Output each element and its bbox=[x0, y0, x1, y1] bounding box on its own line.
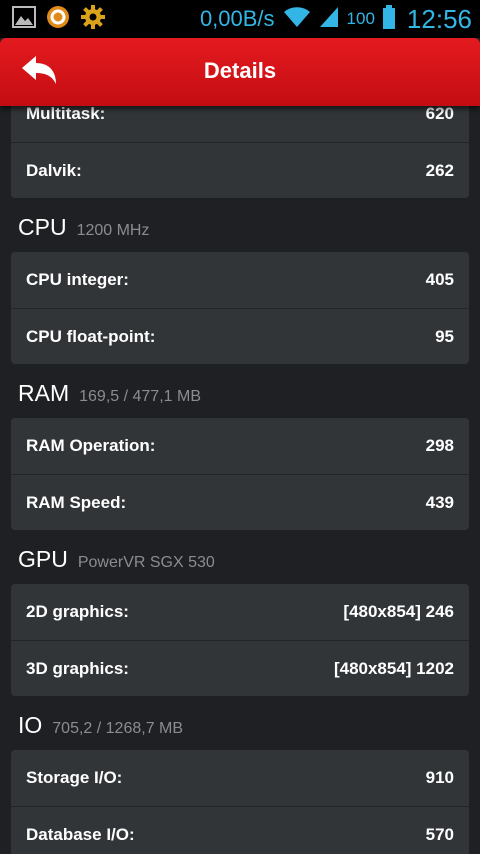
details-list[interactable]: Multitask: 620 Dalvik: 262 CPU 1200 MHz … bbox=[0, 106, 480, 854]
memory-card: Multitask: 620 Dalvik: 262 bbox=[11, 106, 469, 198]
wifi-icon bbox=[283, 6, 311, 33]
section-title: RAM bbox=[18, 380, 70, 406]
row-value: 298 bbox=[425, 436, 454, 455]
list-item: 2D graphics: [480x854] 246 bbox=[11, 584, 469, 640]
row-value: [480x854] 246 bbox=[343, 602, 454, 621]
row-label: Storage I/O: bbox=[26, 768, 123, 787]
section-subtitle: 705,2 / 1268,7 MB bbox=[52, 720, 184, 737]
row-label: RAM Speed: bbox=[26, 492, 127, 512]
row-value: 570 bbox=[425, 824, 454, 844]
row-value: 262 bbox=[425, 160, 454, 180]
row-label: 3D graphics: bbox=[26, 658, 129, 678]
row-label: Database I/O: bbox=[26, 824, 135, 844]
list-item: RAM Operation: 298 bbox=[11, 418, 469, 474]
gallery-notification-icon bbox=[12, 5, 36, 33]
list-item: CPU integer: 405 bbox=[11, 252, 469, 308]
section-title: GPU bbox=[18, 546, 68, 572]
action-bar: Details bbox=[0, 38, 480, 106]
section-subtitle: PowerVR SGX 530 bbox=[77, 554, 215, 571]
list-item: 3D graphics: [480x854] 1202 bbox=[11, 640, 469, 696]
section-header-gpu: GPU PowerVR SGX 530 bbox=[18, 546, 215, 573]
section-header-io: IO 705,2 / 1268,7 MB bbox=[18, 712, 183, 739]
section-subtitle: 169,5 / 477,1 MB bbox=[79, 388, 201, 405]
cpu-card: CPU integer: 405 CPU float-point: 95 bbox=[11, 252, 469, 364]
list-item: Dalvik: 262 bbox=[11, 142, 469, 198]
row-label: Multitask: bbox=[26, 106, 106, 123]
row-value: 910 bbox=[425, 768, 454, 787]
section-title: CPU bbox=[18, 214, 67, 240]
row-label: Dalvik: bbox=[26, 160, 82, 180]
io-card: Storage I/O: 910 Database I/O: 570 bbox=[11, 750, 469, 854]
gpu-card: 2D graphics: [480x854] 246 3D graphics: … bbox=[11, 584, 469, 696]
page-title: Details bbox=[203, 58, 277, 83]
row-value: 439 bbox=[425, 492, 454, 512]
row-value: 95 bbox=[435, 326, 454, 346]
status-bar: 0,00B/s 100 12:56 bbox=[0, 0, 480, 38]
settings-notification-icon bbox=[80, 4, 106, 35]
row-label: RAM Operation: bbox=[26, 436, 156, 455]
row-label: CPU integer: bbox=[26, 270, 129, 289]
row-value: [480x854] 1202 bbox=[333, 658, 454, 678]
ram-card: RAM Operation: 298 RAM Speed: 439 bbox=[11, 418, 469, 530]
signal-icon bbox=[319, 6, 339, 33]
section-subtitle: 1200 MHz bbox=[76, 222, 150, 239]
section-header-ram: RAM 169,5 / 477,1 MB bbox=[18, 380, 201, 407]
list-item: Storage I/O: 910 bbox=[11, 750, 469, 806]
battery-level: 100 bbox=[346, 9, 375, 28]
row-label: 2D graphics: bbox=[26, 602, 129, 621]
list-item: Database I/O: 570 bbox=[11, 806, 469, 854]
row-value: 620 bbox=[425, 106, 454, 123]
row-value: 405 bbox=[425, 270, 454, 289]
battery-icon bbox=[382, 4, 395, 34]
list-item: Multitask: 620 bbox=[11, 106, 469, 142]
section-title: IO bbox=[18, 712, 43, 738]
network-speed: 0,00B/s bbox=[199, 6, 275, 31]
list-item: CPU float-point: 95 bbox=[11, 308, 469, 364]
section-header-cpu: CPU 1200 MHz bbox=[18, 214, 149, 241]
row-label: CPU float-point: bbox=[26, 326, 156, 346]
clock: 12:56 bbox=[406, 3, 472, 34]
sync-notification-icon bbox=[46, 5, 70, 34]
list-item: RAM Speed: 439 bbox=[11, 474, 469, 530]
